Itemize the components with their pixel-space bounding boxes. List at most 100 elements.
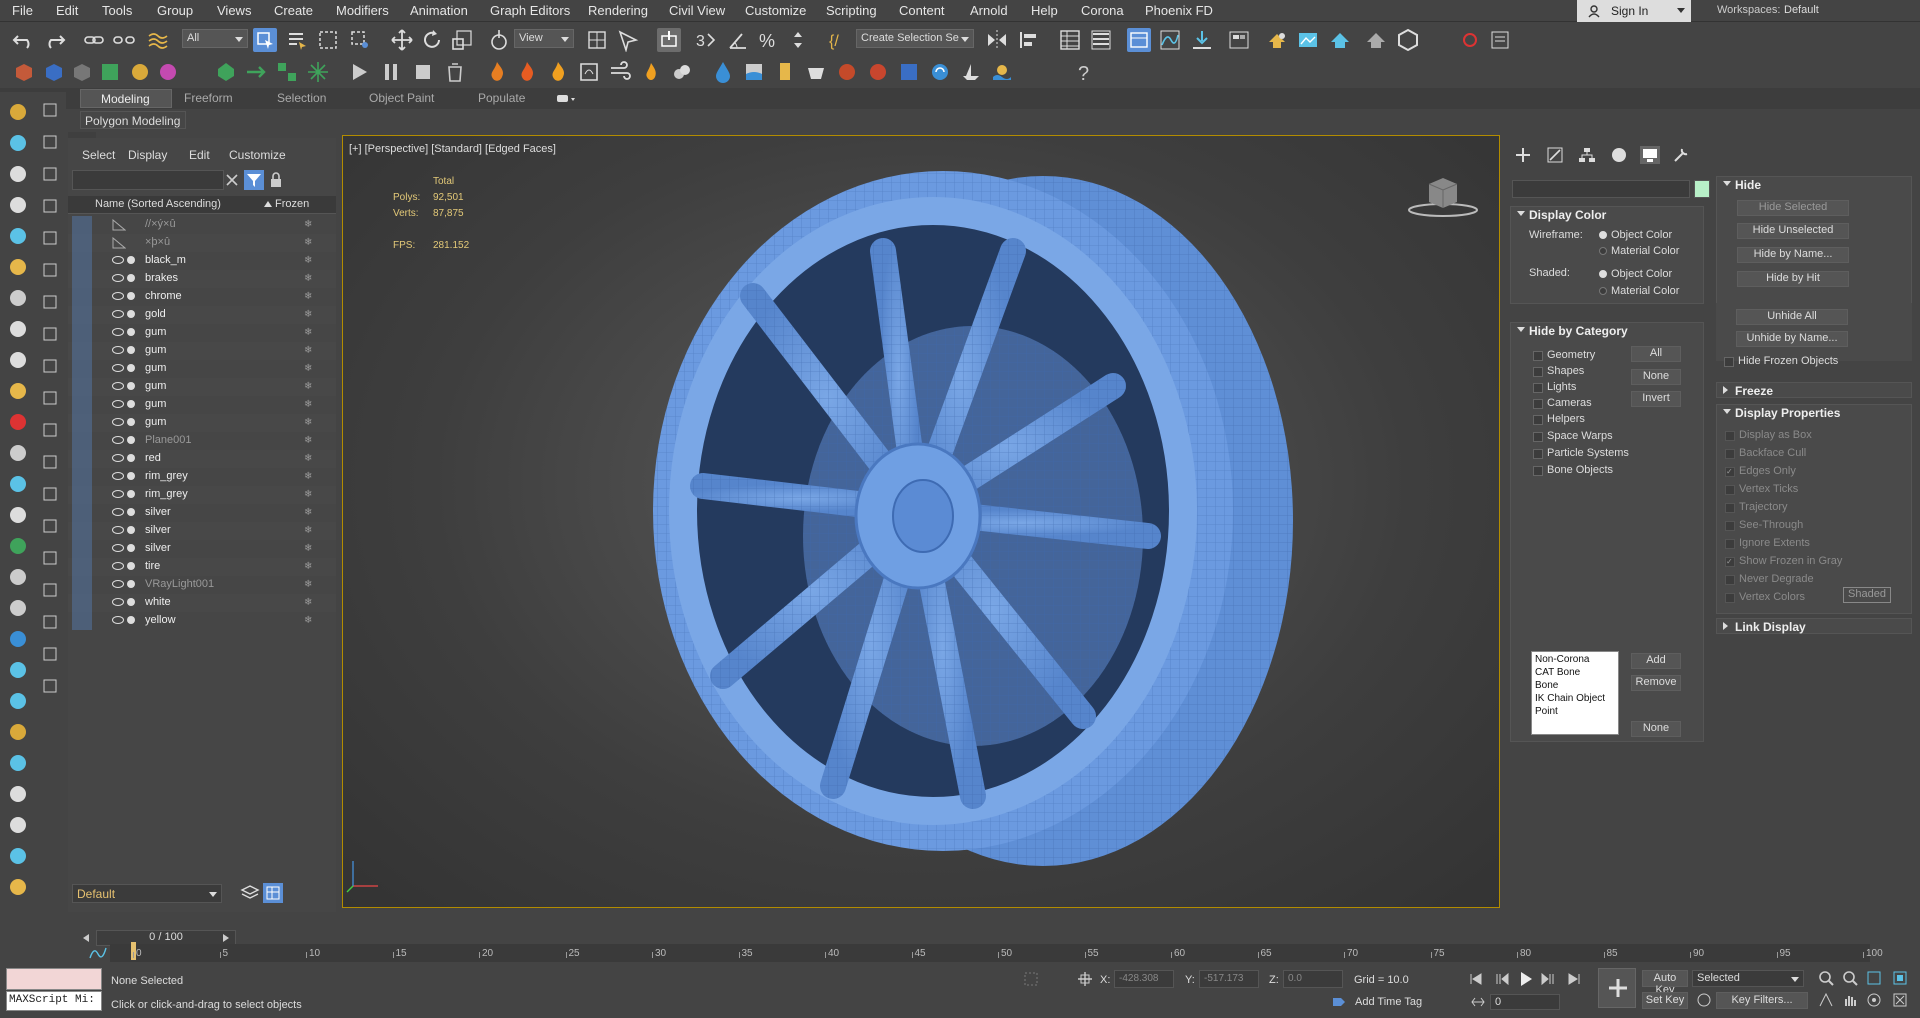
schematic-view-icon[interactable] (1190, 28, 1214, 52)
edit-named-selection-icon[interactable]: {/ (827, 28, 851, 52)
column-name-header[interactable]: Name (Sorted Ascending) (95, 198, 221, 210)
light-bulb-icon[interactable] (10, 135, 26, 151)
sign-in-dropdown[interactable]: Sign In (1577, 0, 1691, 22)
vray-icon[interactable] (1458, 28, 1482, 52)
curve-editor-icon[interactable] (1158, 28, 1182, 52)
category-checkbox[interactable] (1533, 415, 1543, 425)
selection-filter-dropdown[interactable]: All (182, 29, 248, 48)
freeze-snowflake-icon[interactable]: ❄ (304, 309, 312, 320)
script-icon[interactable] (1488, 28, 1512, 52)
explorer-row[interactable]: gold ❄ (68, 306, 336, 324)
material-editor-icon[interactable] (1227, 28, 1251, 52)
object-name-field[interactable] (1512, 180, 1690, 198)
create-selection-set-dropdown[interactable]: Create Selection Se (856, 29, 974, 48)
category-checkbox[interactable] (1533, 466, 1543, 476)
splash-icon[interactable] (866, 60, 890, 84)
menu-help[interactable]: Help (1031, 3, 1058, 18)
freeze-snowflake-icon[interactable]: ❄ (304, 273, 312, 284)
display-property-checkbox[interactable] (1725, 575, 1735, 585)
toggle-ribbon-icon[interactable] (1127, 28, 1151, 52)
auto-key-button[interactable]: Auto Key (1642, 970, 1688, 996)
visibility-eye-icon[interactable] (112, 382, 124, 390)
link-display-rollout[interactable]: Link Display (1716, 618, 1912, 634)
render-dot-icon[interactable] (127, 328, 135, 336)
object-icon[interactable] (10, 166, 26, 182)
menu-animation[interactable]: Animation (410, 3, 468, 18)
modify-panel-icon[interactable] (1546, 146, 1564, 164)
fire-source-icon[interactable] (485, 60, 509, 84)
go-to-end-icon[interactable] (1566, 972, 1582, 986)
explorer-row[interactable]: //×ý×û ❄ (68, 216, 336, 234)
render-dot-icon[interactable] (127, 274, 135, 282)
zoom-extents-icon[interactable] (1866, 970, 1882, 986)
render-dot-icon[interactable] (127, 364, 135, 372)
shaded-object-color-radio[interactable] (1599, 270, 1607, 278)
freeze-snowflake-icon[interactable]: ❄ (304, 507, 312, 518)
render-dot-icon[interactable] (127, 580, 135, 588)
hide-frozen-objects-checkbox[interactable] (1724, 357, 1734, 367)
go-to-start-icon[interactable] (1468, 972, 1484, 986)
rotate-icon[interactable] (420, 28, 444, 52)
ribbon-tool-icon[interactable] (43, 327, 57, 341)
hide-category-list-item[interactable]: Point (1535, 705, 1615, 718)
collapse-arrow-icon[interactable] (1517, 211, 1525, 216)
freeze-snowflake-icon[interactable]: ❄ (304, 453, 312, 464)
explorer-row[interactable]: black_m ❄ (68, 252, 336, 270)
render-dot-icon[interactable] (127, 292, 135, 300)
select-manipulate-icon[interactable] (616, 28, 640, 52)
wave-icon[interactable] (10, 662, 26, 678)
explorer-row[interactable]: gum ❄ (68, 378, 336, 396)
object-color-swatch[interactable] (1694, 180, 1710, 198)
circle-icon[interactable] (10, 445, 26, 461)
place-icon[interactable] (487, 28, 511, 52)
filter-icon[interactable] (244, 170, 264, 190)
visibility-eye-icon[interactable] (112, 436, 124, 444)
ribbon-options-icon[interactable] (556, 93, 576, 105)
visibility-eye-icon[interactable] (112, 598, 124, 606)
visibility-eye-icon[interactable] (112, 256, 124, 264)
visibility-eye-icon[interactable] (112, 328, 124, 336)
utilities-panel-icon[interactable] (1672, 146, 1690, 164)
freeze-snowflake-icon[interactable]: ❄ (304, 615, 312, 626)
explorer-row[interactable]: tire ❄ (68, 558, 336, 576)
select-by-name-icon[interactable] (285, 28, 309, 52)
liquid-grid-icon[interactable] (742, 60, 766, 84)
menu-customize[interactable]: Customize (745, 3, 806, 18)
unhide-all-button[interactable]: Unhide All (1736, 309, 1848, 325)
freeze-snowflake-icon[interactable]: ❄ (304, 561, 312, 572)
toggle-layer-explorer-icon[interactable] (1089, 28, 1113, 52)
tab-populate[interactable]: Populate (478, 91, 525, 105)
freeze-snowflake-icon[interactable]: ❄ (304, 399, 312, 410)
visibility-eye-icon[interactable] (112, 508, 124, 516)
ribbon-tool-icon[interactable] (43, 519, 57, 533)
set-keys-button[interactable] (1598, 968, 1636, 1008)
freeze-snowflake-icon[interactable]: ❄ (304, 255, 312, 266)
rendered-frame-window-icon[interactable] (1296, 28, 1320, 52)
fire-grid-icon[interactable] (515, 60, 539, 84)
move-icon[interactable] (390, 28, 414, 52)
current-frame-field[interactable]: 0 (1490, 994, 1560, 1010)
hide-unselected-button[interactable]: Hide Unselected (1737, 223, 1849, 239)
menu-graph-editors[interactable]: Graph Editors (490, 3, 570, 18)
display-property-checkbox[interactable] (1725, 521, 1735, 531)
screen-icon[interactable] (10, 197, 26, 213)
shapes-icon[interactable] (98, 60, 122, 84)
mirror-icon[interactable] (985, 28, 1009, 52)
visibility-eye-icon[interactable] (112, 526, 124, 534)
explorer-options-icon[interactable] (263, 883, 283, 903)
menu-civil-view[interactable]: Civil View (669, 3, 725, 18)
sphere-icon[interactable] (42, 60, 66, 84)
visibility-eye-icon[interactable] (112, 292, 124, 300)
collapse-arrow-icon[interactable] (1517, 327, 1525, 332)
menu-corona[interactable]: Corona (1081, 3, 1124, 18)
chain-icon[interactable] (10, 538, 26, 554)
hide-by-category-title[interactable]: Hide by Category (1529, 324, 1628, 338)
visibility-eye-icon[interactable] (112, 274, 124, 282)
zoom-icon[interactable] (1818, 970, 1834, 986)
smoke-icon[interactable] (670, 60, 694, 84)
category-checkbox[interactable] (1533, 351, 1543, 361)
wireframe-material-color-radio[interactable] (1599, 247, 1607, 255)
explorer-row[interactable]: Plane001 ❄ (68, 432, 336, 450)
visibility-eye-icon[interactable] (112, 454, 124, 462)
ribbon-tool-icon[interactable] (43, 423, 57, 437)
